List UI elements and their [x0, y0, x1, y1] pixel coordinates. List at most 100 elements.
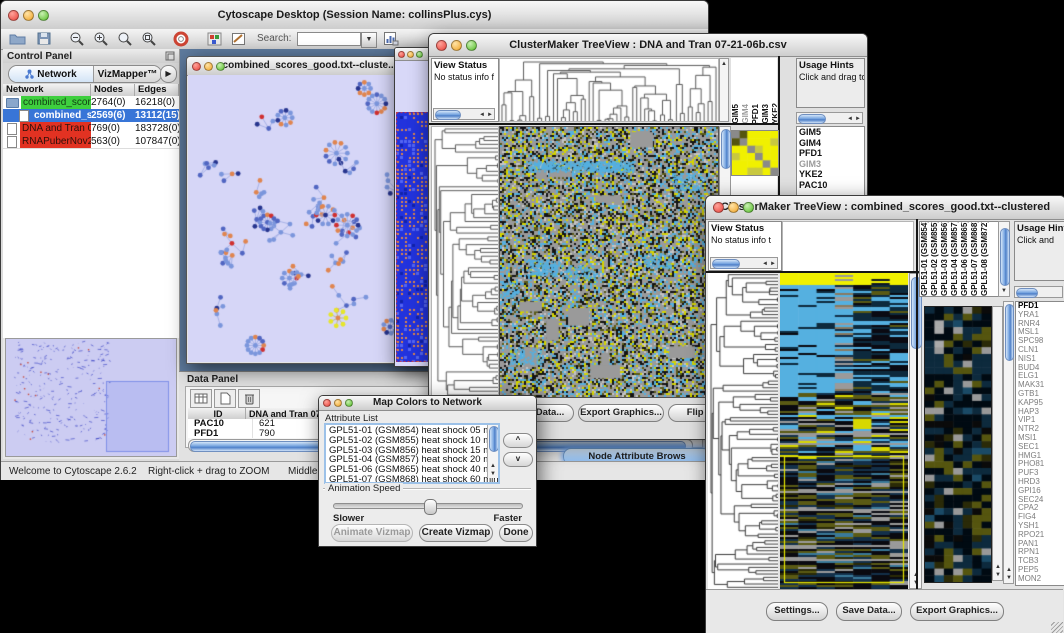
treeview2-titlebar[interactable]: ClusterMaker TreeView : combined_scores_… — [706, 196, 1064, 220]
scroll-left-icon[interactable]: ◄ — [847, 116, 853, 122]
zoom-heatmap-canvas[interactable] — [924, 306, 992, 583]
scrollbar-thumb[interactable] — [435, 110, 461, 120]
scroll-left-icon[interactable]: ◄ — [762, 261, 768, 267]
scrollbar-thumb[interactable] — [798, 114, 826, 124]
open-session-icon[interactable] — [9, 32, 26, 45]
usage-hints-scrollbar[interactable]: ◄ ► — [796, 112, 863, 124]
gene-label[interactable]: PFD1 — [797, 148, 864, 159]
tab-vizmapper[interactable]: VizMapper™ — [94, 66, 161, 82]
scroll-down-icon[interactable]: ▼ — [995, 572, 1001, 578]
gene-label[interactable]: MON2 — [1016, 575, 1064, 584]
create-vizmap-button[interactable]: Create Vizmap — [419, 524, 493, 542]
col-header-network[interactable]: Network — [3, 84, 91, 96]
column-label[interactable]: GPL51-07 (GSM868) — [970, 221, 979, 296]
gene-label[interactable]: PAC10 — [797, 180, 864, 191]
new-attribute-icon[interactable] — [214, 389, 236, 408]
scroll-down-icon[interactable]: ▼ — [1001, 288, 1007, 294]
zoom-in-icon[interactable] — [93, 31, 109, 47]
help-icon[interactable] — [173, 31, 189, 47]
vizmapper-icon[interactable] — [207, 32, 222, 46]
save-session-icon[interactable] — [37, 32, 51, 45]
search-dropdown-icon[interactable]: ▼ — [361, 32, 377, 48]
zoom-window-icon[interactable] — [38, 10, 49, 21]
minimize-icon[interactable] — [407, 51, 414, 58]
minimize-icon[interactable] — [23, 10, 34, 21]
search-input[interactable] — [297, 32, 361, 46]
scroll-left-icon[interactable]: ◄ — [479, 112, 485, 118]
gene-label[interactable]: GIM5 — [797, 127, 864, 138]
tab-network[interactable]: Network — [9, 66, 94, 82]
column-label[interactable]: GPL51-04 (GSM857) — [950, 221, 959, 296]
minimize-icon[interactable] — [334, 399, 342, 407]
scroll-up-icon[interactable]: ▲ — [995, 564, 1001, 570]
scrollbar-thumb[interactable] — [712, 259, 740, 269]
column-labels-scrollbar[interactable]: ▼ — [998, 221, 1010, 297]
column-label[interactable]: GIM3 — [761, 104, 770, 124]
usage-hints-scrollbar[interactable] — [1014, 286, 1063, 298]
save-data-button[interactable]: Save Data... — [836, 602, 902, 621]
column-label[interactable]: GIM4 — [741, 104, 750, 124]
column-label[interactable]: YKE2 — [771, 103, 777, 124]
export-graphics-button[interactable]: Export Graphics... — [578, 404, 664, 422]
scroll-down-icon[interactable]: ▼ — [1006, 575, 1012, 581]
move-up-button[interactable]: ^ — [503, 433, 533, 448]
network-tree-row[interactable]: combined_scores_2764(0)16218(0) — [3, 96, 179, 109]
column-label[interactable]: GPL51-03 (GSM856) — [940, 221, 949, 296]
column-label[interactable]: GPL51-02 (GSM855) — [930, 221, 939, 296]
scrollbar-thumb[interactable] — [1016, 288, 1038, 298]
close-icon[interactable] — [398, 51, 405, 58]
dialog-titlebar[interactable]: Map Colors to Network — [319, 396, 536, 411]
minimize-icon[interactable] — [451, 40, 462, 51]
report-icon[interactable] — [383, 31, 399, 46]
gene-label[interactable]: GIM3 — [797, 159, 864, 170]
scroll-right-icon[interactable]: ► — [855, 116, 861, 122]
attribute-list[interactable]: GPL51-01 (GSM854) heat shock 05 minGPL51… — [324, 423, 500, 484]
minimize-icon[interactable] — [204, 62, 213, 71]
close-icon[interactable] — [192, 62, 201, 71]
view-status-scrollbar[interactable]: ◄ ► — [710, 257, 778, 269]
zoom-selected-icon[interactable] — [141, 31, 157, 47]
birdseye-overview[interactable] — [5, 338, 177, 457]
delete-attribute-icon[interactable] — [238, 389, 260, 408]
scroll-up-icon[interactable]: ▲ — [721, 61, 727, 67]
animate-vizmap-button[interactable]: Animate Vizmap — [331, 524, 413, 542]
column-label[interactable]: GPL51-08 (GSM872) — [980, 221, 989, 296]
attribute-list-scrollbar[interactable]: ▲ ▼ — [487, 425, 498, 478]
column-label[interactable]: GPL51-06 (GSM865) — [960, 221, 969, 296]
view-status-scrollbar[interactable]: ◄ ► — [433, 108, 495, 120]
row-dendrogram-canvas[interactable] — [431, 126, 499, 398]
gene-list-scrollbar[interactable]: ▲ ▼ — [1003, 301, 1014, 584]
scroll-right-icon[interactable]: ► — [770, 261, 776, 267]
col-header-edges[interactable]: Edges — [135, 84, 179, 96]
network-tree-row[interactable]: DNA and Tran 07769(0)183728(0) — [3, 122, 179, 135]
table-mode-icon[interactable] — [190, 389, 212, 408]
heatmap-canvas[interactable] — [780, 273, 908, 589]
scrollbar-thumb[interactable] — [489, 426, 499, 452]
scrollbar-thumb[interactable] — [1005, 304, 1014, 361]
column-tree-scroll-strip[interactable]: ▲ — [719, 58, 729, 122]
main-titlebar[interactable]: Cytoscape Desktop (Session Name: collins… — [1, 1, 708, 30]
gene-label[interactable]: YKE2 — [797, 169, 864, 180]
move-down-button[interactable]: v — [503, 452, 533, 467]
column-label[interactable]: GPL51-01 (GSM854) — [920, 221, 929, 296]
column-dendrogram-canvas[interactable] — [499, 58, 719, 122]
mini-heatmap-canvas[interactable] — [731, 130, 779, 176]
zoom-fit-icon[interactable] — [117, 31, 133, 47]
network-tree-row[interactable]: RNAPuberNov2+563(0)107847(0) — [3, 135, 179, 148]
zoom-out-icon[interactable] — [69, 31, 85, 47]
scroll-up-icon[interactable]: ▲ — [1006, 567, 1012, 573]
annotation-icon[interactable] — [231, 32, 246, 46]
export-graphics-button[interactable]: Export Graphics... — [910, 602, 1004, 621]
close-icon[interactable] — [713, 202, 724, 213]
slider-thumb[interactable] — [424, 499, 437, 515]
resize-grip[interactable] — [1051, 622, 1063, 633]
network-tree-row[interactable]: combined_sco2569(6)13112(15) — [3, 109, 179, 122]
treeview1-titlebar[interactable]: ClusterMaker TreeView : DNA and Tran 07-… — [429, 34, 867, 57]
zoom-window-icon[interactable] — [416, 51, 423, 58]
scroll-down-icon[interactable]: ▼ — [490, 471, 496, 477]
float-panel-icon[interactable] — [165, 51, 175, 61]
close-icon[interactable] — [323, 399, 331, 407]
zoom-window-icon[interactable] — [216, 62, 225, 71]
gene-label[interactable]: GIM4 — [797, 138, 864, 149]
heatmap-canvas[interactable] — [499, 126, 719, 398]
